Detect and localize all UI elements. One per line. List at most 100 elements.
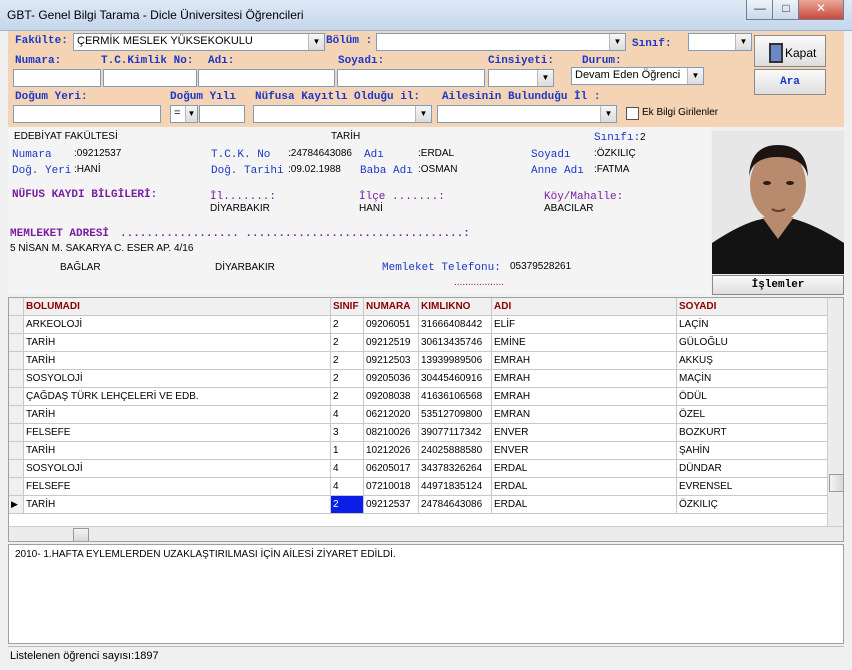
cell-numara[interactable]: 09208038 [363, 387, 419, 406]
cell-bolum[interactable]: TARİH [23, 441, 331, 460]
cell-adi[interactable]: EMRAN [491, 405, 677, 424]
cell-numara[interactable]: 09212537 [363, 495, 419, 514]
vertical-scroll-thumb[interactable] [829, 474, 843, 492]
minimize-button[interactable]: — [746, 0, 774, 20]
ara-button[interactable]: Ara [754, 69, 826, 95]
cell-adi[interactable]: EMRAH [491, 369, 677, 388]
cell-sinif[interactable]: 2 [330, 387, 364, 406]
islemler-button[interactable]: İşlemler [712, 275, 844, 295]
cell-bolum[interactable]: FELSEFE [23, 477, 331, 496]
cell-soyadi[interactable]: GÜLOĞLU [676, 333, 836, 352]
cell-sinif[interactable]: 1 [330, 441, 364, 460]
cell-soyadi[interactable]: AKKUŞ [676, 351, 836, 370]
cell-sinif-selected[interactable]: 2 [330, 495, 364, 514]
note-textarea[interactable]: 2010- 1.HAFTA EYLEMLERDEN UZAKLAŞTIRILMA… [8, 544, 844, 644]
col-bolumadi[interactable]: BOLUMADI [23, 298, 331, 316]
col-adi[interactable]: ADI [491, 298, 677, 316]
cell-sinif[interactable]: 4 [330, 477, 364, 496]
vertical-scrollbar[interactable] [827, 298, 843, 526]
cell-adi[interactable]: ERDAL [491, 459, 677, 478]
cell-soyadi[interactable]: LAÇİN [676, 315, 836, 334]
cell-sinif[interactable]: 3 [330, 423, 364, 442]
adi-input[interactable] [198, 69, 335, 87]
cell-kimlikno[interactable]: 41636106568 [418, 387, 492, 406]
cell-soyadi[interactable]: ÖDÜL [676, 387, 836, 406]
cell-sinif[interactable]: 2 [330, 315, 364, 334]
cell-sinif[interactable]: 4 [330, 459, 364, 478]
cell-numara[interactable]: 06212020 [363, 405, 419, 424]
dogum-yeri-input[interactable] [13, 105, 161, 123]
cell-adi[interactable]: ERDAL [491, 477, 677, 496]
cell-soyadi[interactable]: ÖZKILIÇ [676, 495, 836, 514]
dogum-yili-input[interactable] [199, 105, 245, 123]
cell-kimlikno[interactable]: 30613435746 [418, 333, 492, 352]
table-row[interactable]: TARİH 4 06212020 53512709800 EMRAN ÖZEL [9, 405, 836, 424]
cell-kimlikno[interactable]: 34378326264 [418, 459, 492, 478]
cell-adi[interactable]: ELİF [491, 315, 677, 334]
table-row[interactable]: SOSYOLOJİ 4 06205017 34378326264 ERDAL DÜNDAR [9, 459, 836, 478]
cell-sinif[interactable]: 2 [330, 333, 364, 352]
cell-bolum[interactable]: FELSEFE [23, 423, 331, 442]
cell-bolum[interactable]: TARİH [23, 405, 331, 424]
cell-soyadi[interactable]: ÖZEL [676, 405, 836, 424]
ek-bilgi-checkbox[interactable] [626, 107, 639, 120]
cell-kimlikno[interactable]: 44971835124 [418, 477, 492, 496]
sinif-select[interactable]: ▼ [688, 33, 752, 51]
cell-numara[interactable]: 07210018 [363, 477, 419, 496]
cell-kimlikno[interactable]: 31666408442 [418, 315, 492, 334]
cell-numara[interactable]: 09206051 [363, 315, 419, 334]
aile-select[interactable]: ▼ [437, 105, 617, 123]
cell-adi[interactable]: EMRAH [491, 351, 677, 370]
cell-bolum[interactable]: ARKEOLOJİ [23, 315, 331, 334]
table-row[interactable]: ÇAĞDAŞ TÜRK LEHÇELERİ VE EDB. 2 09208038 41… [9, 387, 836, 406]
numara-input[interactable] [13, 69, 101, 87]
horizontal-scroll-thumb[interactable] [73, 528, 89, 541]
cell-kimlikno[interactable]: 39077117342 [418, 423, 492, 442]
bolum-select[interactable]: ▼ [376, 33, 626, 51]
cell-kimlikno[interactable]: 24025888580 [418, 441, 492, 460]
cell-bolum[interactable]: TARİH [23, 351, 331, 370]
cell-numara[interactable]: 09212519 [363, 333, 419, 352]
cell-sinif[interactable]: 2 [330, 351, 364, 370]
cell-soyadi[interactable]: EVRENSEL [676, 477, 836, 496]
cell-adi[interactable]: ENVER [491, 423, 677, 442]
col-sinif[interactable]: SINIF [330, 298, 364, 316]
cell-bolum[interactable]: SOSYOLOJİ [23, 369, 331, 388]
cell-kimlikno[interactable]: 24784643086 [418, 495, 492, 514]
cell-numara[interactable]: 09205036 [363, 369, 419, 388]
fakulte-select[interactable]: ÇERMİK MESLEK YÜKSEKOKULU ▼ [73, 33, 325, 51]
durum-select[interactable]: Devam Eden Öğrenci ▼ [571, 67, 704, 85]
tc-input[interactable] [103, 69, 197, 87]
cell-numara[interactable]: 06205017 [363, 459, 419, 478]
cell-adi[interactable]: ENVER [491, 441, 677, 460]
cell-soyadi[interactable]: DÜNDAR [676, 459, 836, 478]
table-row[interactable]: TARİH 1 10212026 24025888580 ENVER ŞAHİN [9, 441, 836, 460]
table-row-selected[interactable]: ▶ TARİH 2 09212537 24784643086 ERDAL ÖZKILIÇ [9, 495, 836, 514]
kapat-button[interactable]: Kapat [754, 35, 826, 67]
table-row[interactable]: SOSYOLOJİ 2 09205036 30445460916 EMRAH MAÇİN [9, 369, 836, 388]
cell-adi[interactable]: EMRAH [491, 387, 677, 406]
col-numara[interactable]: NUMARA [363, 298, 419, 316]
table-row[interactable]: ARKEOLOJİ 2 09206051 31666408442 ELİF LAÇİN [9, 315, 836, 334]
cell-soyadi[interactable]: MAÇİN [676, 369, 836, 388]
cell-adi[interactable]: EMİNE [491, 333, 677, 352]
cell-kimlikno[interactable]: 30445460916 [418, 369, 492, 388]
table-row[interactable]: FELSEFE 3 08210026 39077117342 ENVER BOZKURT [9, 423, 836, 442]
table-row[interactable]: TARİH 2 09212519 30613435746 EMİNE GÜLOĞLU [9, 333, 836, 352]
cinsiyeti-select[interactable]: ▼ [488, 69, 554, 87]
cell-adi[interactable]: ERDAL [491, 495, 677, 514]
horizontal-scrollbar[interactable] [9, 526, 843, 541]
cell-bolum[interactable]: TARİH [23, 495, 331, 514]
col-soyadi[interactable]: SOYADI [676, 298, 836, 316]
cell-sinif[interactable]: 4 [330, 405, 364, 424]
cell-kimlikno[interactable]: 53512709800 [418, 405, 492, 424]
cell-bolum[interactable]: ÇAĞDAŞ TÜRK LEHÇELERİ VE EDB. [23, 387, 331, 406]
table-row[interactable]: TARİH 2 09212503 13939989506 EMRAH AKKUŞ [9, 351, 836, 370]
cell-soyadi[interactable]: ŞAHİN [676, 441, 836, 460]
cell-numara[interactable]: 08210026 [363, 423, 419, 442]
cell-soyadi[interactable]: BOZKURT [676, 423, 836, 442]
cell-bolum[interactable]: TARİH [23, 333, 331, 352]
soyadi-input[interactable] [337, 69, 485, 87]
col-kimlikno[interactable]: KIMLIKNO [418, 298, 492, 316]
cell-kimlikno[interactable]: 13939989506 [418, 351, 492, 370]
